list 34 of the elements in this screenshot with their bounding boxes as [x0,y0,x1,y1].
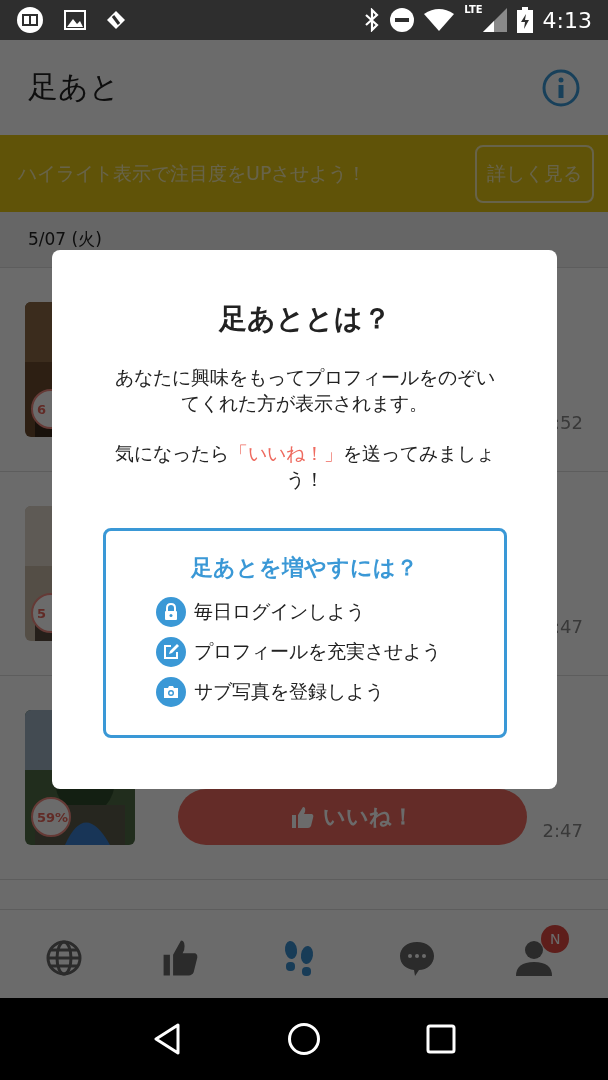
tips-title: 足あとを増やすには？ [191,554,418,582]
thumbs-up-icon [290,805,315,829]
network-label: LTE [464,4,483,15]
back-icon[interactable] [152,1023,183,1055]
dialog-text: 気になったら「いいね！」を送ってみましょう！ [113,441,496,492]
like-button[interactable]: いいね！ [178,789,527,845]
diamond-icon [106,10,126,30]
image-icon [64,10,86,30]
globe-icon [44,939,83,977]
signal-icon [482,8,507,32]
chat-bubble-icon [397,939,436,977]
app-logo-icon [16,6,44,34]
recent-apps-icon[interactable] [425,1024,456,1054]
home-icon[interactable] [287,1022,321,1056]
battery-charging-icon [516,7,533,33]
page-title: 足あと [28,68,120,106]
profile-tab[interactable]: N [509,925,570,983]
camera-icon [155,677,186,707]
tip-text: プロフィールを充実させよう [193,639,441,664]
dialog-title: 足あととは？ [218,301,391,337]
date-label: 5/07 (火) [28,228,102,251]
tip-text: サブ写真を登録しよう [193,679,384,704]
notification-badge: N [541,925,570,953]
bluetooth-icon [364,8,381,32]
details-button[interactable]: 詳しく見る [475,144,594,203]
tip-text: 毎日ログインしよう [193,599,365,624]
lock-icon [155,597,186,627]
do-not-disturb-icon [390,8,415,32]
dialog-text: あなたに興味をもってプロフィールをのぞいてくれた方が表示されます。 [113,365,496,416]
edit-icon [155,637,186,667]
clock-time: 4:13 [542,7,592,33]
banner-text: ハイライト表示で注目度をUPさせよう！ [18,160,367,186]
wifi-icon [424,9,455,31]
info-icon[interactable] [542,68,580,107]
